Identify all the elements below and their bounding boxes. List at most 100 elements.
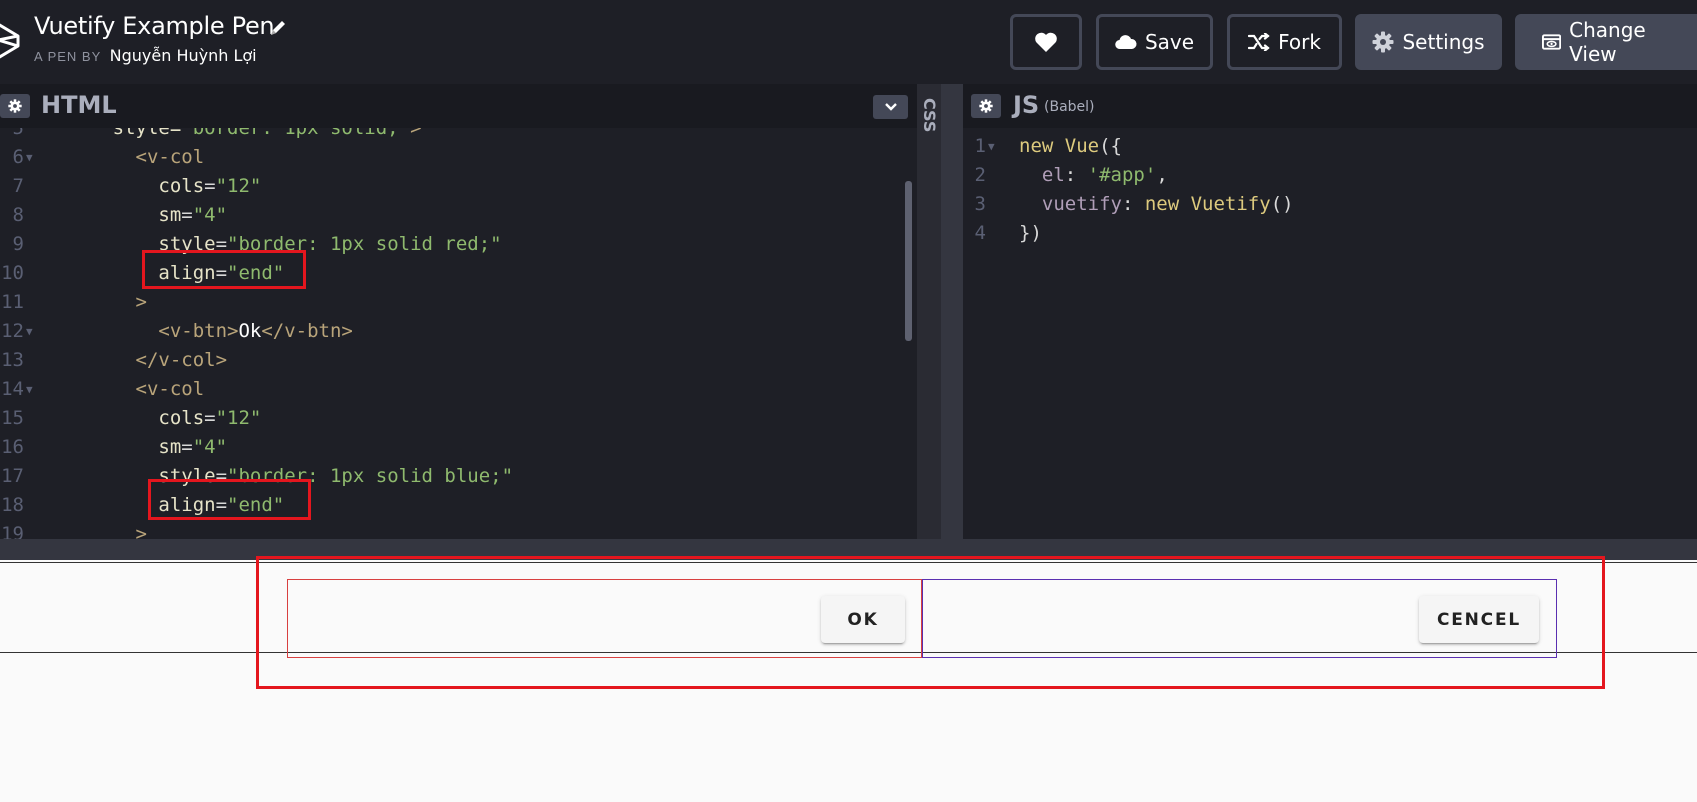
change-view-icon <box>1542 34 1562 50</box>
gear-icon <box>979 99 993 113</box>
settings-button[interactable]: Settings <box>1355 14 1502 70</box>
code-token: = <box>204 175 216 197</box>
code-token: cols <box>158 175 205 197</box>
fork-label: Fork <box>1278 30 1321 54</box>
js-settings-button[interactable] <box>971 94 1001 118</box>
html-settings-button[interactable] <box>0 94 30 118</box>
like-button[interactable] <box>1010 14 1082 70</box>
heart-icon <box>1035 32 1057 52</box>
byline-prefix: A PEN BY <box>34 49 102 64</box>
code-token: <v-col <box>135 378 205 400</box>
code-text: style="border: 1px solid;"> <box>44 128 422 143</box>
code-text: > <box>44 520 147 539</box>
code-line: 13 </v-col> <box>0 346 900 375</box>
html-pane-collapse-button[interactable] <box>873 95 908 119</box>
code-text: <v-col <box>44 143 205 172</box>
top-bar: Vuetify Example Pen A PEN BY Nguyễn Huỳn… <box>0 0 1697 84</box>
line-number: 6 <box>12 146 24 168</box>
fold-toggle-icon[interactable]: ▼ <box>988 132 995 161</box>
line-number: 12 <box>1 320 24 342</box>
js-pane-header: JS (Babel) <box>963 84 1697 128</box>
pen-byline: A PEN BY Nguyễn Huỳnh Lợi <box>34 46 257 65</box>
pencil-edit-icon[interactable] <box>268 18 288 38</box>
code-token: el <box>1041 164 1065 186</box>
code-token: new Vuetify <box>1144 193 1271 215</box>
fork-button[interactable]: Fork <box>1227 14 1342 70</box>
code-text: </v-col> <box>44 346 228 375</box>
gear-icon <box>8 99 22 113</box>
editor-area: HTML 5 style="border: 1px solid;"> 6 ▼ <v-… <box>0 84 1697 539</box>
html-code-editor[interactable]: 5 style="border: 1px solid;"> 6 ▼ <v-col 7 … <box>0 128 917 539</box>
code-token: vuetify <box>1041 193 1122 215</box>
code-line: 10 align="end" <box>0 259 900 288</box>
code-token: = <box>181 436 193 458</box>
code-token: ({ <box>1099 135 1122 157</box>
change-view-button[interactable]: Change View <box>1515 14 1697 70</box>
code-token: <v-btn> <box>158 320 239 342</box>
code-text: <v-btn>Ok</v-btn> <box>44 317 352 346</box>
css-pane-collapsed[interactable]: CSS <box>917 84 941 539</box>
code-token: : <box>1064 164 1088 186</box>
code-line: 1 ▼ new Vue({ <box>963 132 1683 161</box>
chevron-down-icon <box>884 103 897 111</box>
html-pane-header: HTML <box>0 84 917 128</box>
code-text: sm="4" <box>44 201 227 230</box>
code-line: 12 ▼ <v-btn>Ok</v-btn> <box>0 317 900 346</box>
code-text: > <box>44 288 147 317</box>
code-text: <v-col <box>44 375 205 404</box>
code-token: }) <box>1019 222 1042 244</box>
code-line: 4}) <box>963 219 1683 248</box>
code-token: > <box>135 523 147 539</box>
fold-toggle-icon[interactable]: ▼ <box>26 143 33 172</box>
code-text: cols="12" <box>44 404 261 433</box>
code-token: sm <box>158 436 182 458</box>
code-line: 6 ▼ <v-col <box>0 143 900 172</box>
code-token: "4" <box>192 436 228 458</box>
code-token: = <box>181 204 193 226</box>
code-token: , <box>1156 164 1168 186</box>
line-number: 16 <box>1 436 24 458</box>
html-pane-title: HTML <box>41 91 117 119</box>
codepen-logo-icon[interactable] <box>0 20 22 60</box>
code-text: el: '#app', <box>1019 161 1168 190</box>
cloud-icon <box>1115 35 1137 50</box>
line-number: 14 <box>1 378 24 400</box>
code-token: </v-col> <box>135 349 228 371</box>
highlight-box-align-red <box>142 250 306 289</box>
code-token: style= <box>112 128 182 139</box>
line-number: 4 <box>974 222 986 244</box>
code-line: 9 style="border: 1px solid red;" <box>0 230 900 259</box>
pen-title[interactable]: Vuetify Example Pen <box>34 12 275 40</box>
code-token: '#app' <box>1087 164 1157 186</box>
settings-label: Settings <box>1402 30 1485 54</box>
js-code-editor[interactable]: 1 ▼ new Vue({2 el: '#app', 3 vuetify: new V… <box>963 128 1697 539</box>
gear-icon <box>1372 31 1394 53</box>
code-token: () <box>1270 193 1294 215</box>
preview-frame: OK CENCEL <box>0 556 1697 802</box>
code-token: "12" <box>215 407 262 429</box>
code-token: "12" <box>215 175 262 197</box>
js-pane-title: JS <box>1013 91 1040 119</box>
html-editor-scrollbar[interactable] <box>905 181 912 341</box>
fold-toggle-icon[interactable]: ▼ <box>26 317 33 346</box>
save-button[interactable]: Save <box>1096 14 1213 70</box>
code-token: "border: 1px solid;" <box>181 128 411 139</box>
line-number: 13 <box>1 349 24 371</box>
code-line: 18 align="end" <box>0 491 900 520</box>
code-token: > <box>135 291 147 313</box>
fold-toggle-icon[interactable]: ▼ <box>26 375 33 404</box>
code-line: 11 > <box>0 288 900 317</box>
author-link[interactable]: Nguyễn Huỳnh Lợi <box>110 46 257 65</box>
line-number: 1 <box>974 135 986 157</box>
line-number: 17 <box>1 465 24 487</box>
fork-icon <box>1248 33 1270 51</box>
pane-resizer[interactable] <box>941 84 963 539</box>
